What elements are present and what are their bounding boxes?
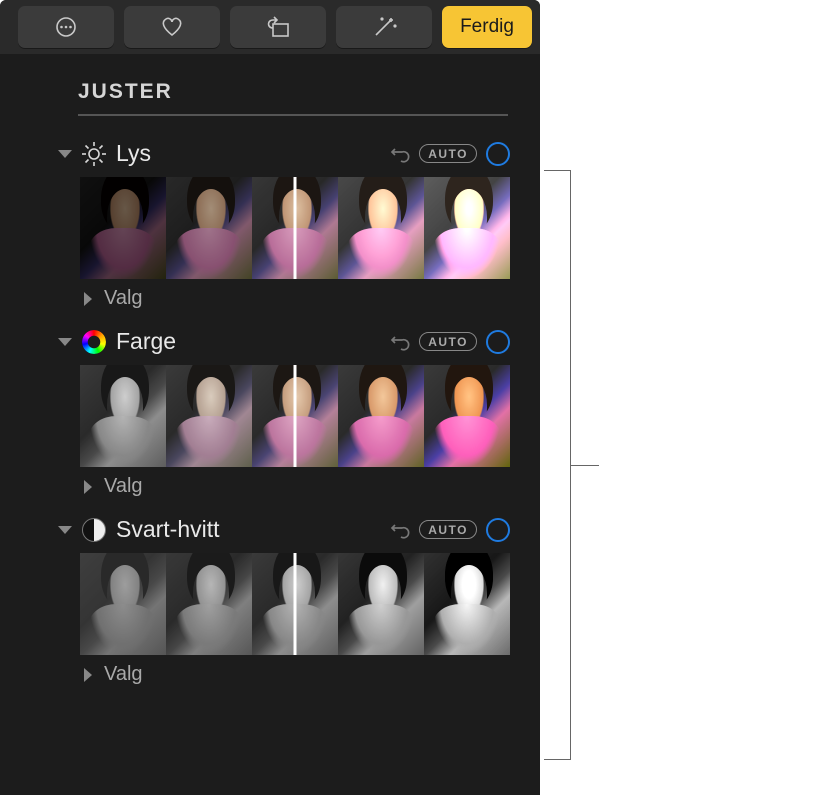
disclosure-toggle[interactable] [58,526,72,534]
done-label: Ferdig [460,16,514,38]
options-label: Valg [104,287,143,310]
toggle-indicator[interactable] [486,142,510,166]
ellipsis-icon [51,16,81,38]
adjustment-header: Svart-hvitt AUTO [58,516,510,543]
color-icon [81,329,107,355]
bw-icon [81,517,107,543]
chevron-right-icon [84,668,92,682]
adjustment-label: Svart-hvitt [116,516,381,543]
adjustment-header: Farge AUTO [58,328,510,355]
chevron-right-icon [84,480,92,494]
auto-button[interactable]: AUTO [419,332,477,351]
adjustment-color: Farge AUTO Valg [58,328,510,498]
auto-button[interactable]: AUTO [419,144,477,163]
bw-slider[interactable] [80,553,510,655]
options-label: Valg [104,475,143,498]
done-button[interactable]: Ferdig [442,6,532,48]
chevron-right-icon [84,292,92,306]
adjust-content: Juster Lys [0,54,540,686]
sun-icon [81,141,107,167]
rotate-button[interactable] [230,6,326,48]
options-row[interactable]: Valg [82,287,510,310]
adjustment-bw: Svart-hvitt AUTO Valg [58,516,510,686]
undo-icon[interactable] [390,144,410,164]
section-title: Juster [78,80,508,116]
slider-marker [294,553,297,655]
adjustment-label: Farge [116,328,381,355]
heart-icon [157,15,187,39]
enhance-button[interactable] [336,6,432,48]
rotate-icon [262,15,294,39]
disclosure-toggle[interactable] [58,338,72,346]
toggle-indicator[interactable] [486,518,510,542]
slider-marker [294,177,297,279]
options-row[interactable]: Valg [82,663,510,686]
options-label: Valg [104,663,143,686]
callout-bracket [544,170,599,760]
adjustment-label: Lys [116,140,381,167]
adjustment-header: Lys AUTO [58,140,510,167]
color-slider[interactable] [80,365,510,467]
edit-panel: Ferdig Juster [0,0,540,795]
undo-icon[interactable] [390,332,410,352]
toggle-indicator[interactable] [486,330,510,354]
undo-icon[interactable] [390,520,410,540]
slider-marker [294,365,297,467]
options-row[interactable]: Valg [82,475,510,498]
favorite-button[interactable] [124,6,220,48]
more-button[interactable] [18,6,114,48]
adjustment-light: Lys AUTO Valg [58,140,510,310]
disclosure-toggle[interactable] [58,150,72,158]
wand-icon [368,15,400,39]
toolbar: Ferdig [0,0,540,54]
auto-button[interactable]: AUTO [419,520,477,539]
light-slider[interactable] [80,177,510,279]
